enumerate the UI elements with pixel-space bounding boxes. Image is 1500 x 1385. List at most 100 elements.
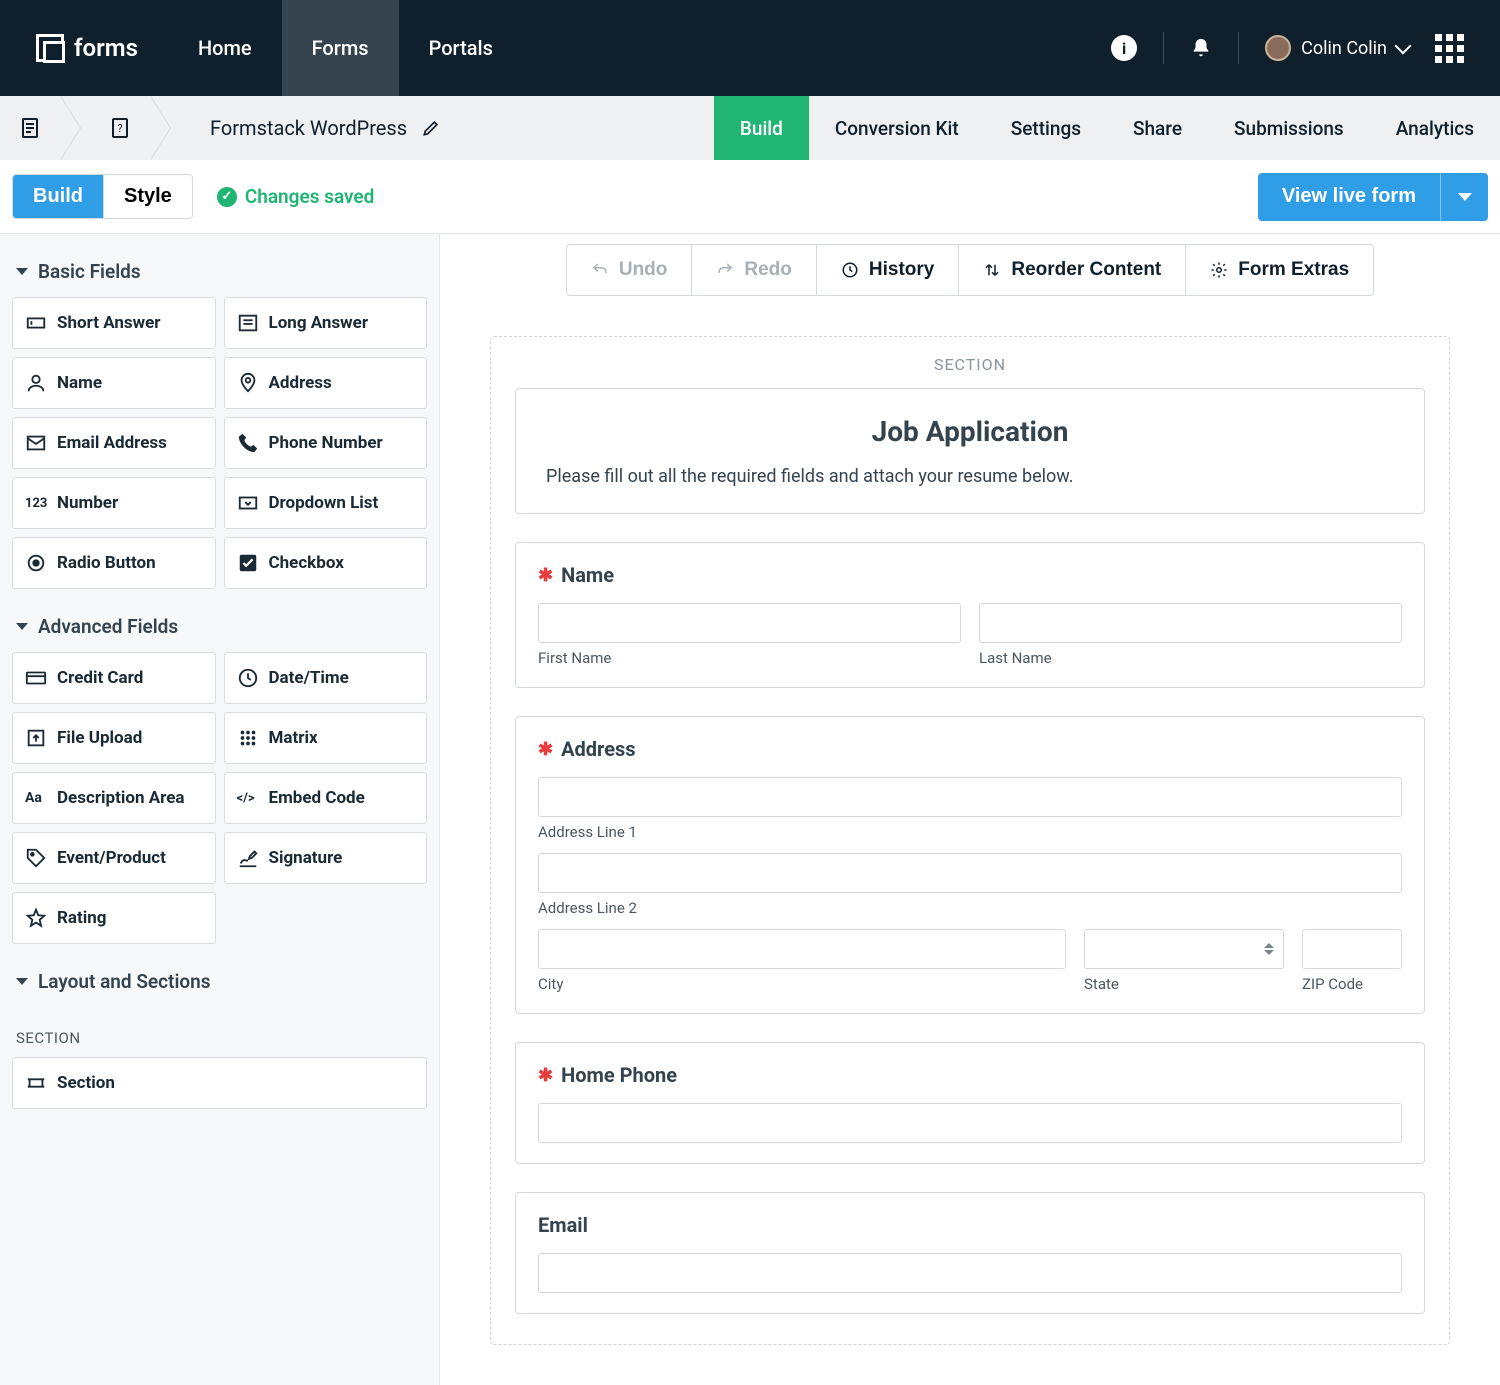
field-email[interactable]: Email Address — [12, 417, 216, 469]
person-icon — [25, 372, 47, 394]
clock-icon — [237, 667, 259, 689]
field-embed[interactable]: </>Embed Code — [224, 772, 428, 824]
tab-build[interactable]: Build — [714, 96, 809, 160]
input-address1[interactable] — [538, 777, 1402, 817]
input-zip[interactable] — [1302, 929, 1402, 969]
advanced-fields-grid: Credit Card Date/Time File Upload Matrix… — [12, 652, 427, 944]
field-datetime[interactable]: Date/Time — [224, 652, 428, 704]
form-section[interactable]: SECTION Job Application Please fill out … — [490, 336, 1450, 1345]
sublabel-state: State — [1084, 975, 1284, 993]
checkbox-icon — [237, 552, 259, 574]
required-icon: ✱ — [538, 1065, 553, 1086]
logo-icon — [36, 34, 64, 62]
history-button[interactable]: History — [816, 244, 959, 296]
label-email: Email — [538, 1213, 588, 1237]
sublabel-first: First Name — [538, 649, 961, 667]
field-checkbox[interactable]: Checkbox — [224, 537, 428, 589]
form-field-name[interactable]: ✱Name First Name Last Name — [515, 542, 1425, 688]
group-layout[interactable]: Layout and Sections — [12, 960, 427, 1007]
field-name[interactable]: Name — [12, 357, 216, 409]
nav-home[interactable]: Home — [168, 0, 282, 96]
field-short-answer[interactable]: Short Answer — [12, 297, 216, 349]
main: Basic Fields Short Answer Long Answer Na… — [0, 234, 1500, 1385]
seg-build[interactable]: Build — [13, 175, 104, 218]
input-last-name[interactable] — [979, 603, 1402, 643]
form-field-address[interactable]: ✱Address Address Line 1 Address Line 2 C… — [515, 716, 1425, 1014]
user-name-text: Colin Colin — [1301, 38, 1387, 59]
form-title: Formstack WordPress — [150, 116, 441, 140]
input-address2[interactable] — [538, 853, 1402, 893]
caret-down-icon — [16, 268, 28, 275]
save-status: ✓ Changes saved — [217, 185, 375, 208]
input-state[interactable] — [1084, 929, 1284, 969]
caret-down-icon — [16, 978, 28, 985]
view-live-form-button[interactable]: View live form — [1258, 173, 1440, 221]
seg-style[interactable]: Style — [104, 175, 192, 218]
redo-button[interactable]: Redo — [691, 244, 817, 296]
field-section[interactable]: Section — [12, 1057, 427, 1109]
label-name: Name — [561, 563, 614, 587]
view-live-form-dropdown[interactable] — [1440, 173, 1488, 221]
extras-button[interactable]: Form Extras — [1185, 244, 1374, 296]
field-dropdown[interactable]: Dropdown List — [224, 477, 428, 529]
undo-icon — [591, 261, 609, 279]
tab-share[interactable]: Share — [1107, 96, 1208, 160]
field-credit-card[interactable]: Credit Card — [12, 652, 216, 704]
group-basic[interactable]: Basic Fields — [12, 250, 427, 297]
field-number[interactable]: 123Number — [12, 477, 216, 529]
form-field-email[interactable]: Email — [515, 1192, 1425, 1314]
redo-icon — [716, 261, 734, 279]
edit-icon[interactable] — [421, 118, 441, 138]
text-icon: Aa — [25, 787, 47, 809]
field-radio[interactable]: Radio Button — [12, 537, 216, 589]
field-rating[interactable]: Rating — [12, 892, 216, 944]
tab-conversion[interactable]: Conversion Kit — [809, 96, 985, 160]
tag-icon — [25, 847, 47, 869]
tab-submissions[interactable]: Submissions — [1208, 96, 1370, 160]
user-menu[interactable]: Colin Colin — [1265, 35, 1409, 61]
crumb-folder[interactable]: ? — [90, 96, 150, 160]
group-advanced[interactable]: Advanced Fields — [12, 605, 427, 652]
build-style-segment: Build Style — [12, 174, 193, 219]
breadcrumb-bar: ? Formstack WordPress Build Conversion K… — [0, 96, 1500, 160]
group-advanced-label: Advanced Fields — [38, 615, 178, 638]
tab-settings[interactable]: Settings — [985, 96, 1107, 160]
nav-portals[interactable]: Portals — [399, 0, 523, 96]
mail-icon — [25, 432, 47, 454]
tabs: Build Conversion Kit Settings Share Subm… — [714, 96, 1500, 160]
field-description[interactable]: AaDescription Area — [12, 772, 216, 824]
field-signature[interactable]: Signature — [224, 832, 428, 884]
info-icon[interactable]: i — [1111, 35, 1137, 61]
bell-icon[interactable] — [1190, 35, 1212, 61]
required-icon: ✱ — [538, 565, 553, 586]
sublabel-addr1: Address Line 1 — [538, 823, 1402, 841]
input-first-name[interactable] — [538, 603, 961, 643]
divider — [1238, 32, 1239, 64]
input-email[interactable] — [538, 1253, 1402, 1293]
section-label: SECTION — [12, 1007, 427, 1057]
reorder-button[interactable]: Reorder Content — [958, 244, 1186, 296]
signature-icon — [237, 847, 259, 869]
tab-analytics[interactable]: Analytics — [1370, 96, 1500, 160]
crumb-root[interactable] — [0, 96, 60, 160]
input-phone[interactable] — [538, 1103, 1402, 1143]
apps-icon[interactable] — [1435, 34, 1464, 63]
field-long-answer[interactable]: Long Answer — [224, 297, 428, 349]
input-city[interactable] — [538, 929, 1066, 969]
label-address: Address — [561, 737, 635, 761]
logo[interactable]: forms — [0, 34, 168, 62]
field-event[interactable]: Event/Product — [12, 832, 216, 884]
sidebar: Basic Fields Short Answer Long Answer Na… — [0, 234, 440, 1385]
undo-button[interactable]: Undo — [566, 244, 693, 296]
top-navbar: forms Home Forms Portals i Colin Colin — [0, 0, 1500, 96]
field-file-upload[interactable]: File Upload — [12, 712, 216, 764]
triangle-down-icon — [1458, 193, 1472, 201]
form-field-phone[interactable]: ✱Home Phone — [515, 1042, 1425, 1164]
section-header[interactable]: Job Application Please fill out all the … — [515, 388, 1425, 514]
field-matrix[interactable]: Matrix — [224, 712, 428, 764]
star-icon — [25, 907, 47, 929]
field-phone[interactable]: Phone Number — [224, 417, 428, 469]
field-address[interactable]: Address — [224, 357, 428, 409]
canvas: Undo Redo History Reorder Content Form E… — [440, 234, 1500, 1385]
nav-forms[interactable]: Forms — [282, 0, 399, 96]
